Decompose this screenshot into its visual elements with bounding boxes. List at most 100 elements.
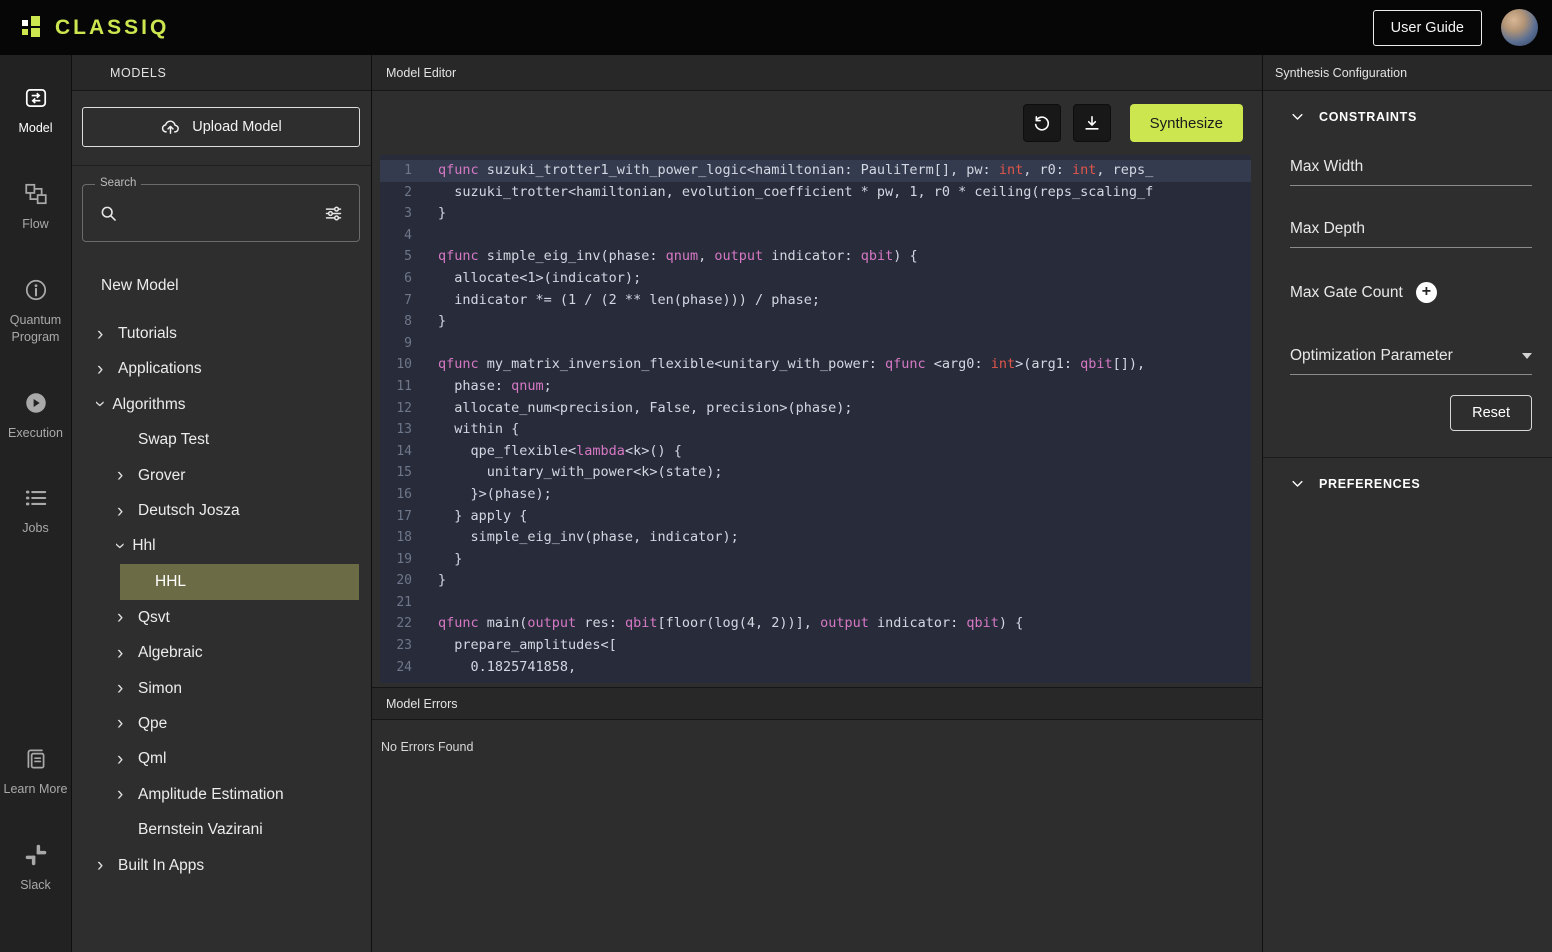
chevron-right-icon[interactable]: › [117, 750, 138, 769]
classiq-logo: CLASSIQ [22, 16, 169, 40]
tree-item-grover[interactable]: ›Grover [72, 458, 371, 493]
tree-item-amplitude-estimation[interactable]: ›Amplitude Estimation [72, 777, 371, 812]
search-input[interactable] [129, 204, 313, 222]
chevron-down-icon[interactable]: › [110, 543, 129, 549]
code-line[interactable]: 16 }>(phase); [380, 484, 1251, 506]
tree-item-algebraic[interactable]: ›Algebraic [72, 636, 371, 671]
chevron-right-icon[interactable]: › [117, 785, 138, 804]
add-gate-count-button[interactable]: + [1416, 282, 1437, 303]
code-line[interactable]: 14 qpe_flexible<lambda<k>() { [380, 441, 1251, 463]
models-panel-header: MODELS [72, 55, 371, 91]
code-line[interactable]: 13 within { [380, 419, 1251, 441]
sidebar-item-model[interactable]: Model [0, 85, 72, 137]
preferences-section-label: PREFERENCES [1319, 477, 1420, 491]
code-line[interactable]: 23 prepare_amplitudes<[ [380, 635, 1251, 657]
code-line[interactable]: 17 } apply { [380, 506, 1251, 528]
code-line[interactable]: 1qfunc suzuki_trotter1_with_power_logic<… [380, 160, 1251, 182]
max-depth-field[interactable]: Max Depth [1290, 220, 1532, 248]
filter-icon[interactable] [323, 203, 344, 224]
tree-item-bernstein-vazirani[interactable]: Bernstein Vazirani [72, 812, 371, 847]
code-line[interactable]: 9 [380, 333, 1251, 355]
tree-item-qpe[interactable]: ›Qpe [72, 706, 371, 741]
sidebar-item-jobs[interactable]: Jobs [0, 485, 72, 537]
code-line[interactable]: 3} [380, 203, 1251, 225]
chevron-right-icon[interactable]: › [97, 856, 118, 875]
line-number: 1 [380, 160, 412, 182]
chevron-right-icon[interactable]: › [117, 714, 138, 733]
code-editor[interactable]: 1qfunc suzuki_trotter1_with_power_logic<… [380, 155, 1251, 683]
chevron-right-icon[interactable]: › [97, 360, 118, 379]
code-line[interactable]: 22qfunc main(output res: qbit[floor(log(… [380, 613, 1251, 635]
code-line[interactable]: 5qfunc simple_eig_inv(phase: qnum, outpu… [380, 246, 1251, 268]
tree-item-qsvt[interactable]: ›Qsvt [72, 600, 371, 635]
code-line[interactable]: 19 } [380, 549, 1251, 571]
code-line[interactable]: 20} [380, 570, 1251, 592]
chevron-right-icon[interactable]: › [117, 466, 138, 485]
model-icon [23, 85, 49, 111]
model-editor-header: Model Editor [372, 55, 1262, 91]
chevron-right-icon[interactable]: › [117, 679, 138, 698]
tree-item-deutsch-josza[interactable]: ›Deutsch Josza [72, 493, 371, 528]
max-gate-count-row: Max Gate Count + [1290, 282, 1532, 303]
dropdown-caret-icon [1522, 353, 1532, 359]
code-line[interactable]: 6 allocate<1>(indicator); [380, 268, 1251, 290]
sidebar-item-quantum-program[interactable]: Quantum Program [0, 277, 72, 346]
user-guide-button[interactable]: User Guide [1373, 10, 1482, 46]
code-line[interactable]: 7 indicator *= (1 / (2 ** len(phase))) /… [380, 290, 1251, 312]
tree-item-label: Qpe [138, 715, 167, 733]
topbar: CLASSIQ User Guide [0, 0, 1552, 55]
code-line[interactable]: 15 unitary_with_power<k>(state); [380, 462, 1251, 484]
chevron-right-icon[interactable]: › [117, 644, 138, 663]
chevron-down-icon[interactable]: › [90, 401, 109, 407]
sidebar-item-learn-more[interactable]: Learn More [0, 746, 72, 798]
tree-item-tutorials[interactable]: ›Tutorials [72, 316, 371, 351]
optimization-parameter-select[interactable]: Optimization Parameter [1290, 347, 1532, 375]
tree-item-new-model[interactable]: New Model [72, 268, 371, 303]
code-line[interactable]: 8} [380, 311, 1251, 333]
revert-button[interactable] [1023, 104, 1061, 142]
synthesize-button[interactable]: Synthesize [1130, 104, 1243, 142]
code-line[interactable]: 10qfunc my_matrix_inversion_flexible<uni… [380, 354, 1251, 376]
code-line[interactable]: 21 [380, 592, 1251, 614]
code-line[interactable]: 4 [380, 225, 1251, 247]
tree-item-label: New Model [101, 277, 179, 295]
tree-item-qml[interactable]: ›Qml [72, 742, 371, 777]
preferences-section-toggle[interactable]: PREFERENCES [1263, 458, 1552, 491]
search-box: Search [82, 184, 360, 242]
sidebar-item-label: Slack [17, 877, 54, 894]
code-line[interactable]: 2 suzuki_trotter<hamiltonian, evolution_… [380, 182, 1251, 204]
code-line[interactable]: 18 simple_eig_inv(phase, indicator); [380, 527, 1251, 549]
chevron-right-icon[interactable]: › [117, 502, 138, 521]
tree-item-simon[interactable]: ›Simon [72, 671, 371, 706]
tree-item-swap-test[interactable]: Swap Test [72, 423, 371, 458]
tree-item-label: Swap Test [138, 431, 209, 449]
max-width-field[interactable]: Max Width [1290, 158, 1532, 186]
tree-item-label: Applications [118, 360, 202, 378]
line-number: 15 [380, 462, 412, 484]
tree-item-hhl[interactable]: ›Hhl [72, 529, 371, 564]
line-number: 3 [380, 203, 412, 225]
code-line[interactable]: 24 0.1825741858, [380, 657, 1251, 679]
user-avatar[interactable] [1501, 9, 1538, 46]
chevron-right-icon[interactable]: › [97, 325, 118, 344]
sidebar-item-execution[interactable]: Execution [0, 390, 72, 442]
line-number: 22 [380, 613, 412, 635]
search-icon [98, 203, 119, 224]
sidebar-item-flow[interactable]: Flow [0, 181, 72, 233]
sidebar-item-slack[interactable]: Slack [0, 842, 72, 894]
code-line[interactable]: 11 phase: qnum; [380, 376, 1251, 398]
model-editor-panel: Model Editor Synthesize 1qfunc suzuki_tr… [372, 55, 1263, 952]
download-button[interactable] [1073, 104, 1111, 142]
editor-toolbar: Synthesize [372, 91, 1262, 155]
tree-item-hhl[interactable]: HHL [120, 564, 359, 600]
reset-button[interactable]: Reset [1450, 395, 1532, 431]
chevron-right-icon[interactable]: › [117, 608, 138, 627]
line-number: 14 [380, 441, 412, 463]
code-line[interactable]: 12 allocate_num<precision, False, precis… [380, 398, 1251, 420]
line-number: 8 [380, 311, 412, 333]
constraints-section-toggle[interactable]: CONSTRAINTS [1263, 91, 1552, 124]
tree-item-algorithms[interactable]: ›Algorithms [72, 387, 371, 422]
tree-item-applications[interactable]: ›Applications [72, 352, 371, 387]
upload-model-button[interactable]: Upload Model [82, 107, 360, 147]
tree-item-built-in-apps[interactable]: ›Built In Apps [72, 848, 371, 883]
